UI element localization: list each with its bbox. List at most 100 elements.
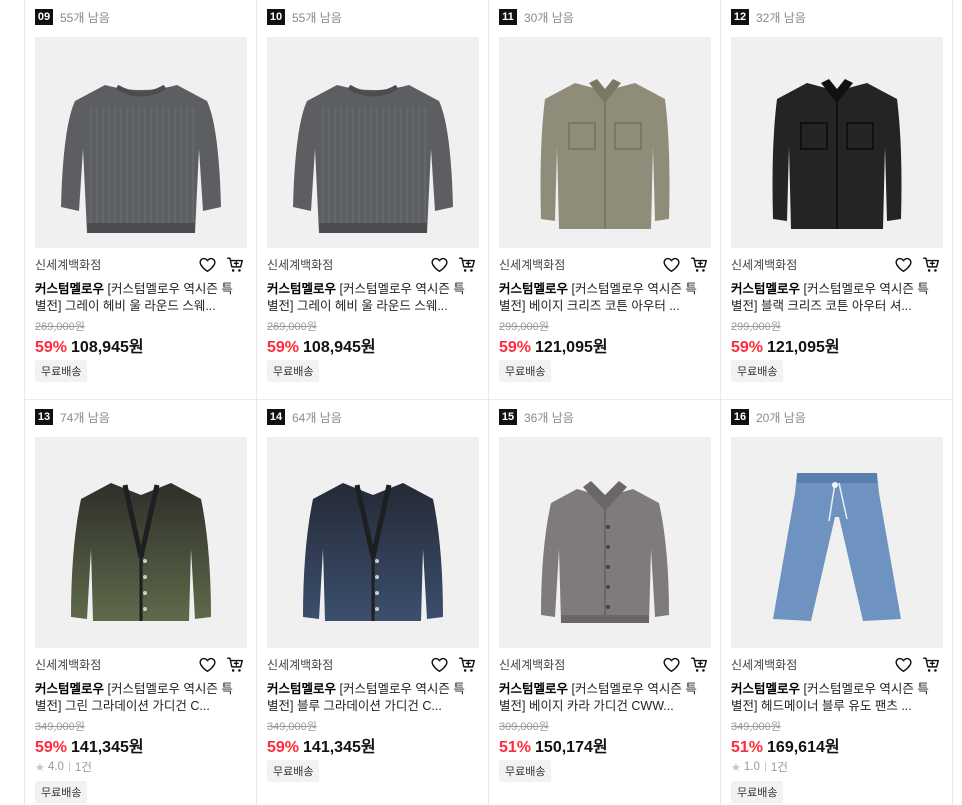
- store-name: 신세계백화점: [731, 258, 798, 272]
- price-row: 59% 121,095원: [731, 333, 840, 357]
- review-count: 1건: [770, 762, 788, 774]
- card-actions: [894, 655, 941, 674]
- product-card[interactable]: 10 55개 남음 신세계백화점 커스텀멜로우 [커스텀멜로우 역시즌 특별전]…: [257, 0, 489, 400]
- discount-rate: 59%: [267, 739, 300, 756]
- product-image-sweater-gray[interactable]: [35, 37, 247, 248]
- product-title[interactable]: 커스텀멜로우 [커스텀멜로우 역시즌 특별전] 그린 그라데이션 가디건 C..…: [35, 681, 241, 715]
- product-card[interactable]: 16 20개 남음 신세계백화점 커스텀멜로우 [커스텀멜로우 역시즌 특별전]…: [721, 400, 953, 803]
- store-row: 신세계백화점: [731, 656, 943, 674]
- rating-score: 4.0: [47, 761, 64, 773]
- price-row: 59% 121,095원: [499, 333, 608, 357]
- heart-icon[interactable]: [430, 655, 449, 674]
- original-price: 349,000원: [35, 721, 85, 733]
- cart-icon[interactable]: [690, 255, 709, 274]
- price-row: 59% 108,945원: [35, 333, 144, 357]
- free-shipping-badge: 무료배송: [731, 360, 784, 382]
- sale-price: 121,095원: [767, 339, 840, 356]
- product-image-sweater-gray[interactable]: [267, 37, 479, 248]
- discount-rate: 59%: [35, 739, 68, 756]
- product-image-collar-cardigan[interactable]: [499, 437, 711, 648]
- cart-icon[interactable]: [690, 655, 709, 674]
- stock-remaining: 30개 남음: [524, 10, 574, 25]
- free-shipping-badge: 무료배송: [731, 781, 784, 803]
- product-title[interactable]: 커스텀멜로우 [커스텀멜로우 역시즌 특별전] 헤드메이너 블루 유도 팬츠 .…: [731, 681, 937, 715]
- brand-name: 커스텀멜로우: [499, 682, 569, 696]
- pants-illustration: [773, 473, 901, 621]
- product-title[interactable]: 커스텀멜로우 [커스텀멜로우 역시즌 특별전] 그레이 헤비 울 라운드 스웨.…: [267, 281, 473, 315]
- rank-badge: 11: [499, 9, 517, 25]
- store-row: 신세계백화점: [499, 256, 711, 274]
- cart-icon[interactable]: [458, 255, 477, 274]
- cart-icon[interactable]: [458, 655, 477, 674]
- sale-price: 150,174원: [535, 739, 608, 756]
- cart-icon[interactable]: [226, 255, 245, 274]
- discount-rate: 59%: [267, 339, 300, 356]
- rank-row: 11 30개 남음: [499, 9, 574, 25]
- rank-row: 14 64개 남음: [267, 409, 342, 425]
- discount-rate: 51%: [731, 739, 764, 756]
- rank-badge: 12: [731, 9, 749, 25]
- rating-divider: [68, 762, 70, 772]
- rating-score: 1.0: [743, 761, 760, 773]
- star-icon: ★: [731, 761, 741, 774]
- product-image-shirt-jacket[interactable]: [731, 37, 943, 248]
- collar-cardigan-illustration: [541, 481, 669, 623]
- heart-icon[interactable]: [198, 255, 217, 274]
- stock-remaining: 74개 남음: [60, 410, 110, 425]
- price-row: 51% 150,174원: [499, 733, 608, 757]
- product-image-cardigan[interactable]: [267, 437, 479, 648]
- product-card[interactable]: 14 64개 남음 신세계백화점 커스텀멜로우 [커스텀멜로우 역시즌 특별전]…: [257, 400, 489, 800]
- heart-icon[interactable]: [662, 655, 681, 674]
- store-name: 신세계백화점: [499, 258, 566, 272]
- brand-name: 커스텀멜로우: [35, 682, 105, 696]
- shirt-jacket-illustration: [772, 79, 902, 229]
- sale-price: 169,614원: [767, 739, 840, 756]
- heart-icon[interactable]: [198, 655, 217, 674]
- original-price: 349,000원: [731, 721, 781, 733]
- product-image-shirt-jacket[interactable]: [499, 37, 711, 248]
- store-name: 신세계백화점: [499, 658, 566, 672]
- price-row: 59% 141,345원: [267, 733, 376, 757]
- price-row: 59% 141,345원: [35, 733, 144, 757]
- sweater-gray-illustration: [61, 84, 221, 233]
- product-card[interactable]: 13 74개 남음 신세계백화점 커스텀멜로우 [커스텀멜로우 역시즌 특별전]…: [25, 400, 257, 803]
- original-price: 349,000원: [267, 721, 317, 733]
- store-row: 신세계백화점: [35, 656, 247, 674]
- product-card[interactable]: 12 32개 남음 신세계백화점 커스텀멜로우 [커스텀멜로우 역시즌 특별전]…: [721, 0, 953, 400]
- product-title[interactable]: 커스텀멜로우 [커스텀멜로우 역시즌 특별전] 그레이 헤비 울 라운드 스웨.…: [35, 281, 241, 315]
- sale-price: 108,945원: [71, 339, 144, 356]
- store-row: 신세계백화점: [731, 256, 943, 274]
- cart-icon[interactable]: [922, 655, 941, 674]
- product-card[interactable]: 15 36개 남음 신세계백화점 커스텀멜로우 [커스텀멜로우 역시즌 특별전]…: [489, 400, 721, 800]
- heart-icon[interactable]: [894, 255, 913, 274]
- sale-price: 108,945원: [303, 339, 376, 356]
- card-actions: [662, 655, 709, 674]
- rank-row: 16 20개 남음: [731, 409, 806, 425]
- cart-icon[interactable]: [226, 655, 245, 674]
- cart-icon[interactable]: [922, 255, 941, 274]
- product-title[interactable]: 커스텀멜로우 [커스텀멜로우 역시즌 특별전] 블루 그라데이션 가디건 C..…: [267, 681, 473, 715]
- product-card[interactable]: 09 55개 남음 신세계백화점 커스텀멜로우 [커스텀멜로우 역시즌 특별전]…: [25, 0, 257, 400]
- product-image-cardigan[interactable]: [35, 437, 247, 648]
- heart-icon[interactable]: [662, 255, 681, 274]
- original-price: 309,000원: [499, 721, 549, 733]
- brand-name: 커스텀멜로우: [35, 282, 105, 296]
- card-actions: [662, 255, 709, 274]
- store-row: 신세계백화점: [35, 256, 247, 274]
- cardigan-illustration: [71, 483, 211, 621]
- discount-rate: 59%: [35, 339, 68, 356]
- review-count: 1건: [74, 762, 92, 774]
- sale-price: 121,095원: [535, 339, 608, 356]
- product-title[interactable]: 커스텀멜로우 [커스텀멜로우 역시즌 특별전] 블랙 크리즈 코튼 아우터 셔.…: [731, 281, 937, 315]
- product-title[interactable]: 커스텀멜로우 [커스텀멜로우 역시즌 특별전] 베이지 카라 가디건 CWW..…: [499, 681, 705, 715]
- product-image-pants[interactable]: [731, 437, 943, 648]
- free-shipping-badge: 무료배송: [499, 360, 552, 382]
- heart-icon[interactable]: [894, 655, 913, 674]
- heart-icon[interactable]: [430, 255, 449, 274]
- product-title[interactable]: 커스텀멜로우 [커스텀멜로우 역시즌 특별전] 베이지 크리즈 코튼 아우터 .…: [499, 281, 705, 315]
- product-card[interactable]: 11 30개 남음 신세계백화점 커스텀멜로우 [커스텀멜로우 역시즌 특별전]…: [489, 0, 721, 400]
- store-name: 신세계백화점: [35, 658, 102, 672]
- discount-rate: 59%: [499, 339, 532, 356]
- rank-row: 09 55개 남음: [35, 9, 110, 25]
- rank-row: 15 36개 남음: [499, 409, 574, 425]
